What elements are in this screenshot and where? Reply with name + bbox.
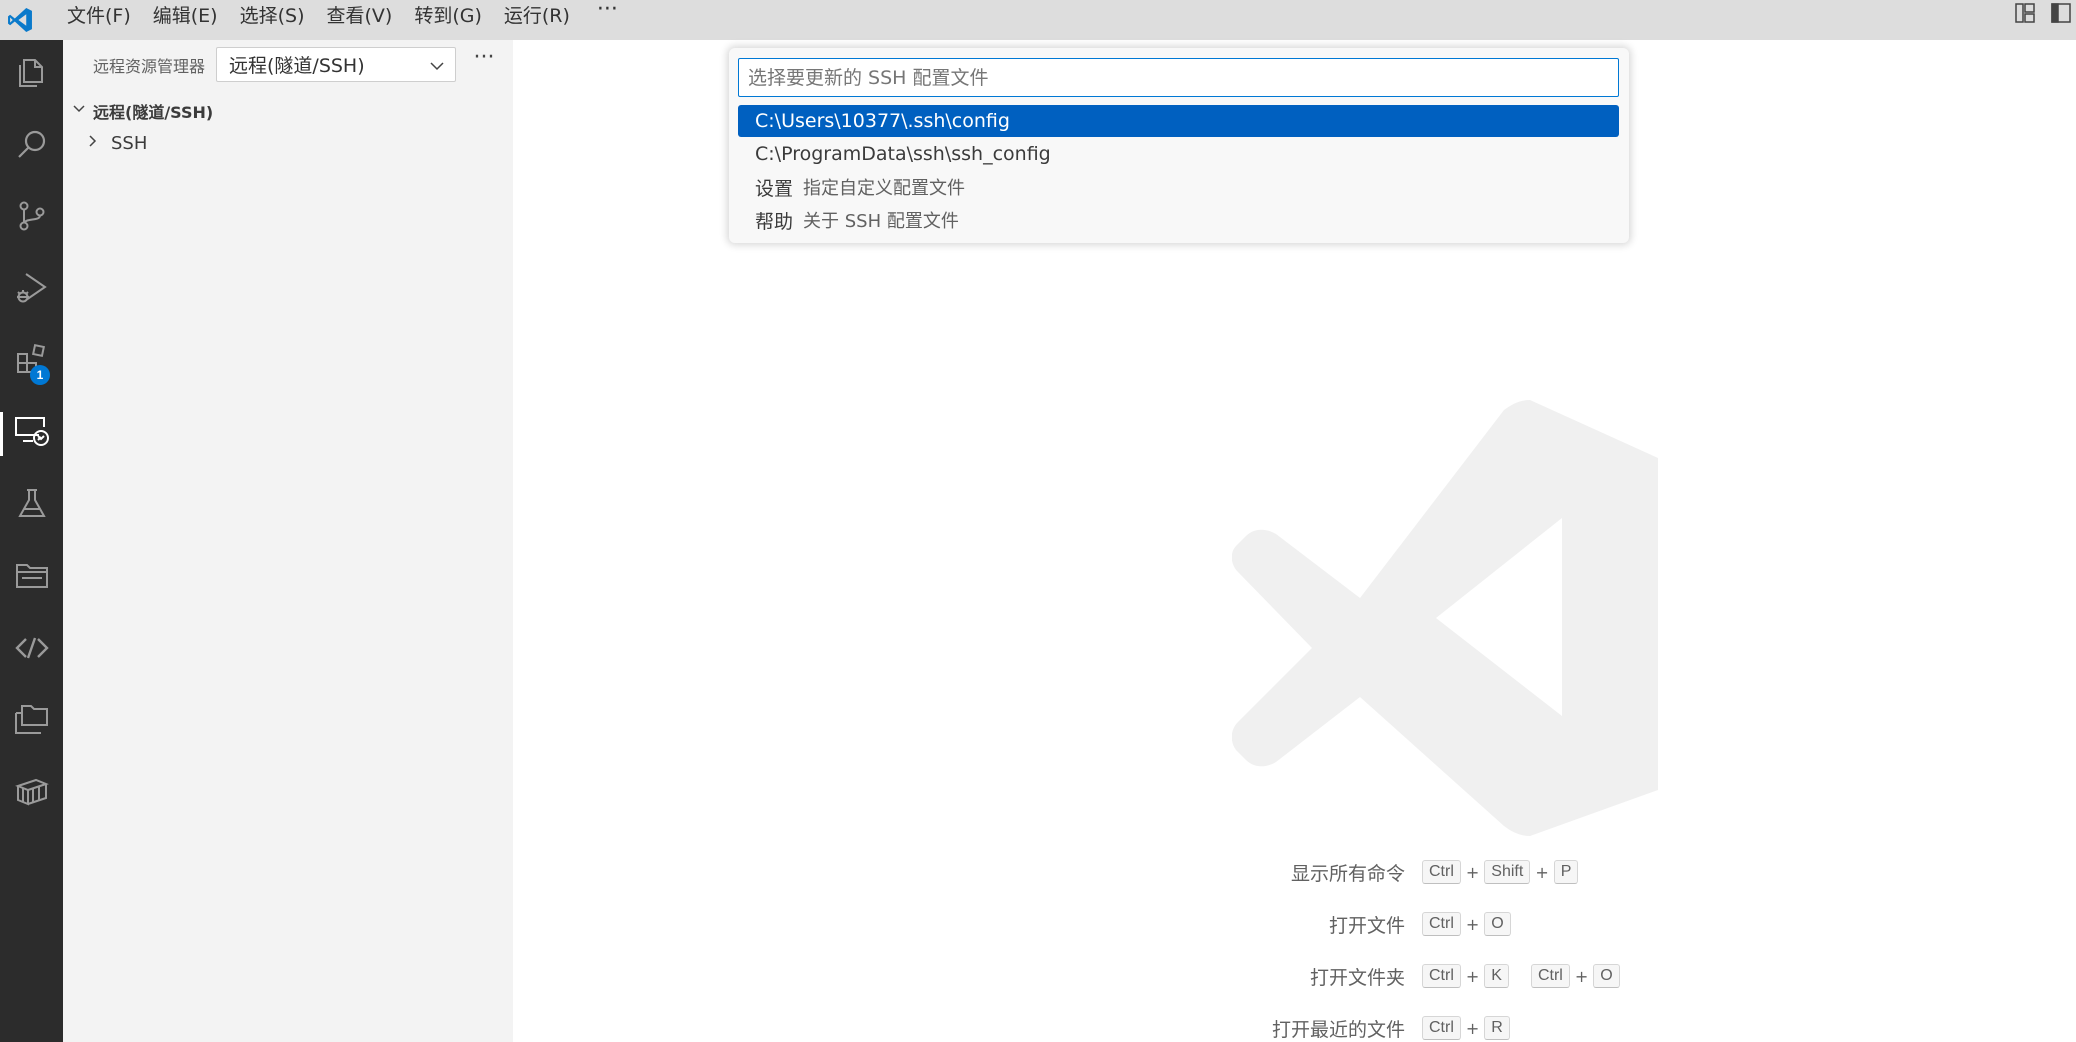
quick-pick-item-description: 关于 SSH 配置文件 xyxy=(803,211,959,232)
run-debug-icon xyxy=(14,270,50,310)
activity-remote-explorer[interactable] xyxy=(0,404,63,464)
vscode-watermark-icon xyxy=(1231,400,1658,836)
activity-extensions[interactable]: 1 xyxy=(0,332,63,392)
source-control-icon xyxy=(15,199,49,237)
key-plus: + xyxy=(1465,862,1480,882)
quick-pick-item-label: 设置 xyxy=(755,177,794,200)
activity-folders[interactable] xyxy=(0,692,63,752)
remote-type-select[interactable]: 远程(隧道/SSH) xyxy=(216,47,456,82)
menu-view[interactable]: 查看(V) xyxy=(316,0,404,40)
menu-file[interactable]: 文件(F) xyxy=(56,0,142,40)
shortcut-label: 显示所有命令 xyxy=(1290,863,1405,885)
folder-icon xyxy=(14,558,50,598)
sidebar-title: 远程资源管理器 xyxy=(93,57,206,76)
menu-goto[interactable]: 转到(G) xyxy=(403,0,493,40)
key-plus: + xyxy=(1465,1018,1480,1038)
key-cap: Ctrl xyxy=(1422,964,1461,988)
remote-code-icon xyxy=(14,630,50,670)
chevron-right-icon xyxy=(85,133,101,154)
activity-package[interactable] xyxy=(0,764,63,824)
shortcut-keys: Ctrl + Shift + P xyxy=(1422,860,1579,884)
key-cap: Shift xyxy=(1484,860,1531,884)
quick-pick-item[interactable]: C:\ProgramData\ssh\ssh_config xyxy=(738,138,1619,170)
key-cap: R xyxy=(1484,1016,1510,1040)
menu-more-button[interactable]: ··· xyxy=(581,0,634,40)
vscode-logo-icon xyxy=(2,6,38,34)
customize-layout-icon[interactable] xyxy=(2014,2,2036,28)
shortcut-keys: Ctrl + R xyxy=(1422,1016,1510,1040)
key-cap: O xyxy=(1484,912,1511,936)
quick-pick-item[interactable]: C:\Users\10377\.ssh\config xyxy=(738,105,1619,137)
folders-icon xyxy=(13,701,51,743)
key-cap: Ctrl xyxy=(1422,1016,1461,1040)
quick-pick-item[interactable]: 帮助 关于 SSH 配置文件 xyxy=(738,204,1619,236)
testing-icon xyxy=(15,487,49,525)
quick-pick-input[interactable] xyxy=(738,58,1619,97)
remote-section-label: 远程(隧道/SSH) xyxy=(93,103,214,122)
activity-bar: 1 xyxy=(0,40,63,1042)
menu-run[interactable]: 运行(R) xyxy=(493,0,581,40)
key-cap: Ctrl xyxy=(1422,860,1461,884)
tree-item-ssh[interactable]: SSH xyxy=(85,128,147,158)
key-cap: O xyxy=(1593,964,1620,988)
chevron-down-icon xyxy=(429,57,445,79)
key-plus: + xyxy=(1465,914,1480,934)
menu-edit[interactable]: 编辑(E) xyxy=(142,0,229,40)
explorer-icon xyxy=(15,56,49,94)
quick-pick-item-label: C:\Users\10377\.ssh\config xyxy=(755,110,1010,132)
shortcut-label: 打开文件 xyxy=(1328,915,1405,937)
remote-explorer-icon xyxy=(13,413,51,455)
tree-item-label: SSH xyxy=(111,132,148,154)
activity-explorer[interactable] xyxy=(0,45,63,105)
remote-type-select-value: 远程(隧道/SSH) xyxy=(229,55,365,77)
shortcut-keys: Ctrl + O xyxy=(1422,912,1511,936)
key-cap: Ctrl xyxy=(1530,964,1570,988)
remote-section-header[interactable]: 远程(隧道/SSH) xyxy=(71,96,213,126)
layout-controls xyxy=(2014,0,2076,40)
search-icon xyxy=(15,128,49,166)
key-cap: P xyxy=(1553,860,1579,884)
title-bar: 文件(F) 编辑(E) 选择(S) 查看(V) 转到(G) 运行(R) ··· xyxy=(0,0,2076,40)
activity-folder[interactable] xyxy=(0,548,63,608)
shortcut-label: 打开文件夹 xyxy=(1309,967,1405,989)
key-plus: + xyxy=(1574,966,1589,986)
quick-pick-item-label: 帮助 xyxy=(755,210,794,233)
shortcut-row[interactable]: 打开文件夹 Ctrl + K Ctrl + O xyxy=(1200,961,1700,991)
toggle-sidebar-icon[interactable] xyxy=(2050,2,2072,28)
quick-pick-item-label: C:\ProgramData\ssh\ssh_config xyxy=(755,143,1051,165)
chevron-down-icon xyxy=(71,101,87,121)
sidebar-more-button[interactable]: ··· xyxy=(469,47,499,78)
shortcut-label: 打开最近的文件 xyxy=(1271,1019,1405,1041)
quick-pick-item-description: 指定自定义配置文件 xyxy=(803,178,966,199)
sidebar: 远程资源管理器 远程(隧道/SSH) ··· 远程(隧道/SSH) SSH xyxy=(63,40,513,1042)
activity-search[interactable] xyxy=(0,117,63,177)
shortcut-row[interactable]: 打开文件 Ctrl + O xyxy=(1200,909,1700,939)
extensions-badge: 1 xyxy=(30,365,50,385)
activity-source-control[interactable] xyxy=(0,188,63,248)
key-plus: + xyxy=(1535,862,1549,882)
key-plus: + xyxy=(1465,966,1480,986)
activity-remote-code[interactable] xyxy=(0,620,63,680)
quick-pick-item[interactable]: 设置 指定自定义配置文件 xyxy=(738,171,1619,203)
shortcut-row[interactable]: 显示所有命令 Ctrl + Shift + P xyxy=(1200,857,1700,887)
menu-selection[interactable]: 选择(S) xyxy=(229,0,316,40)
shortcut-keys: Ctrl + K Ctrl + O xyxy=(1422,964,1620,988)
quick-pick: C:\Users\10377\.ssh\config C:\ProgramDat… xyxy=(729,48,1629,243)
activity-testing[interactable] xyxy=(0,476,63,536)
activity-run-debug[interactable] xyxy=(0,260,63,320)
key-cap: K xyxy=(1484,964,1509,988)
menu-bar: 文件(F) 编辑(E) 选择(S) 查看(V) 转到(G) 运行(R) ··· xyxy=(56,0,634,40)
key-cap: Ctrl xyxy=(1422,912,1461,936)
shortcut-row[interactable]: 打开最近的文件 Ctrl + R xyxy=(1200,1013,1700,1042)
package-icon xyxy=(14,774,50,814)
